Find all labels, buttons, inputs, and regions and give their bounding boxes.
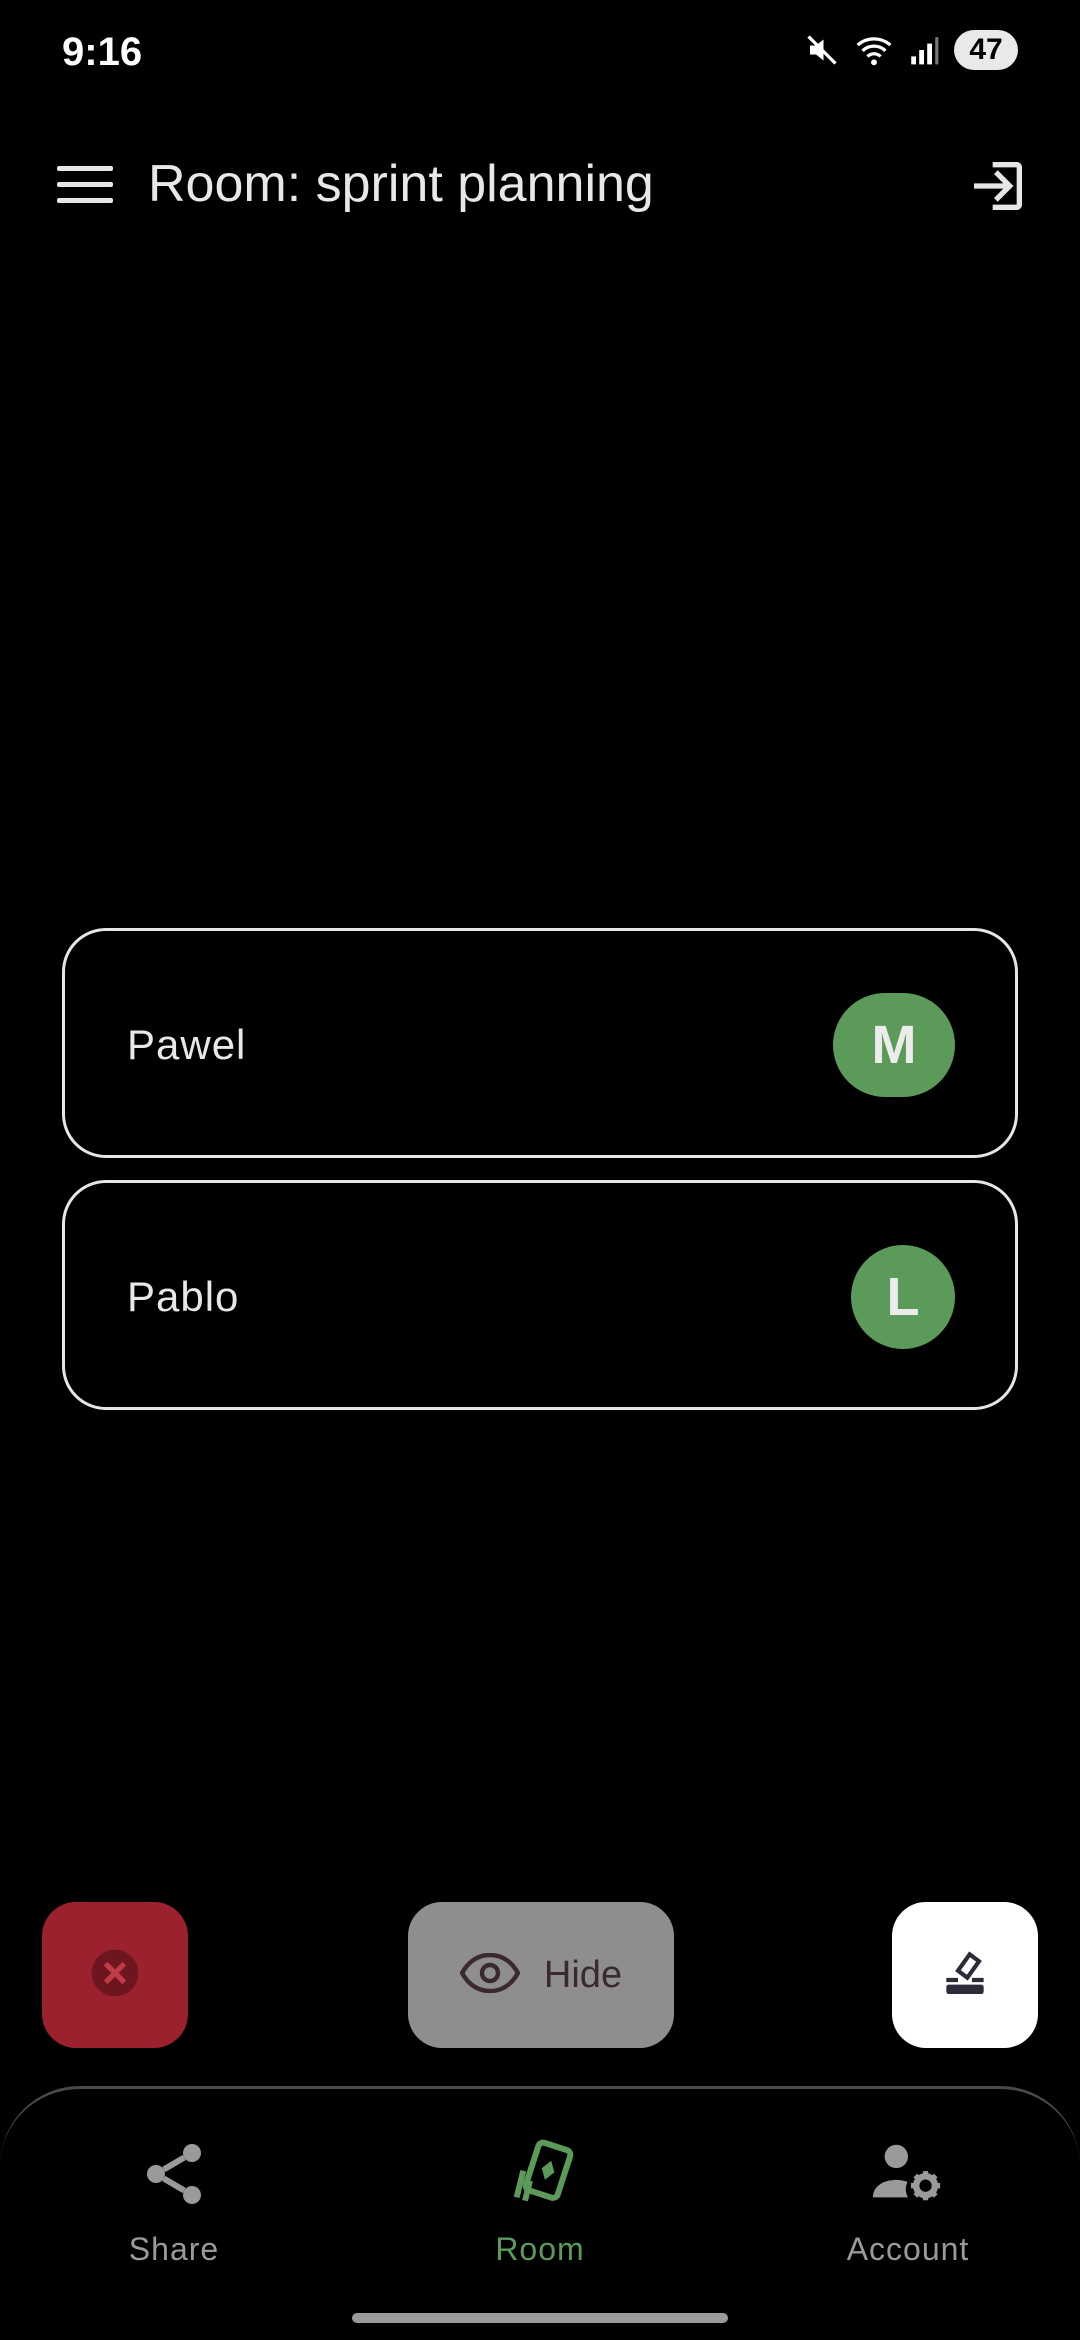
signal-icon <box>908 34 940 66</box>
wifi-icon <box>854 32 894 68</box>
status-icons: 47 <box>804 30 1018 70</box>
page-title: Room: sprint planning <box>148 155 654 213</box>
app-bar: Room: sprint planning <box>0 140 1080 230</box>
estimate-badge: L <box>851 1245 955 1349</box>
participant-name: Pablo <box>127 1273 240 1320</box>
hamburger-menu-icon[interactable] <box>55 160 115 210</box>
exit-room-icon[interactable] <box>966 154 1030 218</box>
participant-card[interactable]: Pablo L <box>62 1180 1018 1410</box>
status-time: 9:16 <box>62 30 143 74</box>
eye-icon <box>459 1952 521 1998</box>
mute-icon <box>804 32 840 68</box>
close-circle-icon <box>87 1945 143 2006</box>
clear-votes-button[interactable] <box>42 1902 188 2048</box>
nav-account[interactable]: Account <box>788 2129 1028 2268</box>
nav-share-label: Share <box>128 2231 220 2267</box>
bottom-navigation: Share Room Account <box>0 2086 1080 2340</box>
estimate-badge: M <box>833 993 955 1097</box>
hide-votes-button[interactable]: Hide <box>408 1902 674 2048</box>
nav-room-label: Room <box>495 2231 585 2267</box>
participant-card[interactable]: Pawel M <box>62 928 1018 1158</box>
battery-icon: 47 <box>954 30 1018 70</box>
cards-icon <box>420 2129 660 2219</box>
account-settings-icon <box>788 2129 1028 2219</box>
status-bar: 9:16 47 <box>0 0 1080 110</box>
ballot-box-icon <box>937 1945 993 2006</box>
hide-label: Hide <box>543 1953 623 1996</box>
nav-account-label: Account <box>846 2231 970 2267</box>
participant-list: Pawel M Pablo L <box>62 928 1018 1432</box>
vote-button[interactable] <box>892 1902 1038 2048</box>
nav-share[interactable]: Share <box>54 2129 294 2268</box>
participant-name: Pawel <box>127 1021 247 1068</box>
home-indicator[interactable] <box>352 2313 728 2323</box>
share-icon <box>54 2129 294 2219</box>
nav-room[interactable]: Room <box>420 2129 660 2268</box>
screen: 9:16 47 Room: sprint planning Pawel M Pa… <box>0 0 1080 2340</box>
